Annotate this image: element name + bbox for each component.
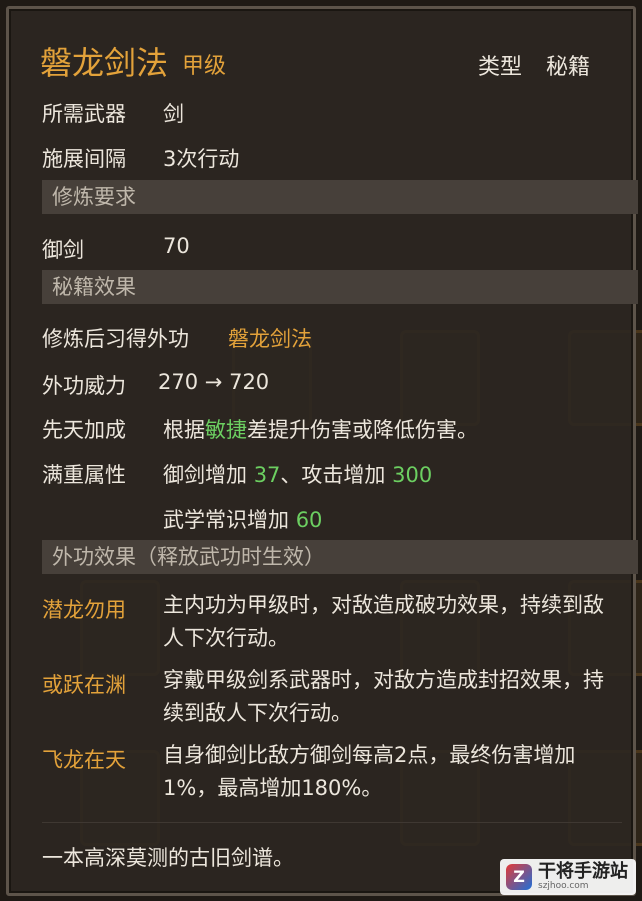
effect-desc: 自身御剑比敌方御剑每高2点，最终伤害增加1%，最高增加180%。 (163, 743, 576, 800)
weapon-label: 所需武器 (42, 102, 126, 126)
learn-value: 磐龙剑法 (228, 327, 312, 351)
divider (42, 822, 622, 823)
innate-desc: 根据敏捷差提升伤害或降低伤害。 (163, 414, 478, 444)
effect-name: 或跃在渊 (42, 673, 126, 697)
power-label: 外功威力 (42, 374, 126, 398)
watermark-text: 干将手游站 szjhoo.com (538, 861, 628, 892)
innate-post: 差提升伤害或降低伤害。 (247, 418, 478, 442)
requirement-label: 御剑 (42, 238, 84, 262)
watermark-sub: szjhoo.com (538, 881, 589, 891)
weapon-value: 剑 (163, 102, 184, 126)
watermark-title: 干将手游站 (538, 861, 628, 882)
effect-name: 潜龙勿用 (42, 598, 126, 622)
full-label: 满重属性 (42, 463, 126, 487)
full-line-1: 御剑增加 37、攻击增加 300 (163, 459, 432, 489)
innate-pre: 根据 (163, 418, 205, 442)
effect-desc: 穿戴甲级剑系武器时，对敌方造成封招效果，持续到敌人下次行动。 (163, 668, 604, 725)
effect-desc: 主内功为甲级时，对敌造成破功效果，持续到敌人下次行动。 (163, 593, 604, 650)
site-watermark: Z 干将手游站 szjhoo.com (500, 859, 636, 895)
type-label: 类型 (478, 55, 523, 80)
skill-grade: 甲级 (182, 54, 227, 79)
interval-label: 施展间隔 (42, 147, 126, 171)
full-attr-c: 武学常识增加 (163, 508, 289, 532)
power-from: 270 (158, 370, 199, 394)
full-attr-a-value: 37 (253, 463, 281, 487)
full-attr-a: 御剑增加 (163, 463, 247, 487)
requirement-section-header: 修炼要求 (42, 180, 638, 214)
learn-label: 修炼后习得外功 (42, 327, 189, 351)
outer-effect-section-header: 外功效果（释放武功时生效） (42, 540, 638, 574)
effect-name: 飞龙在天 (42, 748, 126, 772)
full-attr-c-value: 60 (295, 508, 323, 532)
site-logo-icon: Z (506, 864, 532, 890)
power-arrow: → (204, 370, 223, 394)
skill-name: 磐龙剑法 (40, 44, 169, 82)
full-attr-sep: 、攻击增加 (280, 463, 386, 487)
interval-value: 3次行动 (163, 147, 240, 171)
flavor-text: 一本高深莫测的古旧剑谱。 (42, 846, 294, 870)
power-to: 720 (229, 370, 270, 394)
power-values: 270 → 720 (158, 370, 269, 394)
type-value: 秘籍 (546, 55, 591, 80)
effect-section-header: 秘籍效果 (42, 270, 638, 304)
requirement-value: 70 (163, 234, 190, 258)
innate-highlight: 敏捷 (205, 418, 247, 442)
innate-label: 先天加成 (42, 418, 126, 442)
full-line-2: 武学常识增加 60 (163, 504, 322, 534)
full-attr-b-value: 300 (392, 463, 433, 487)
